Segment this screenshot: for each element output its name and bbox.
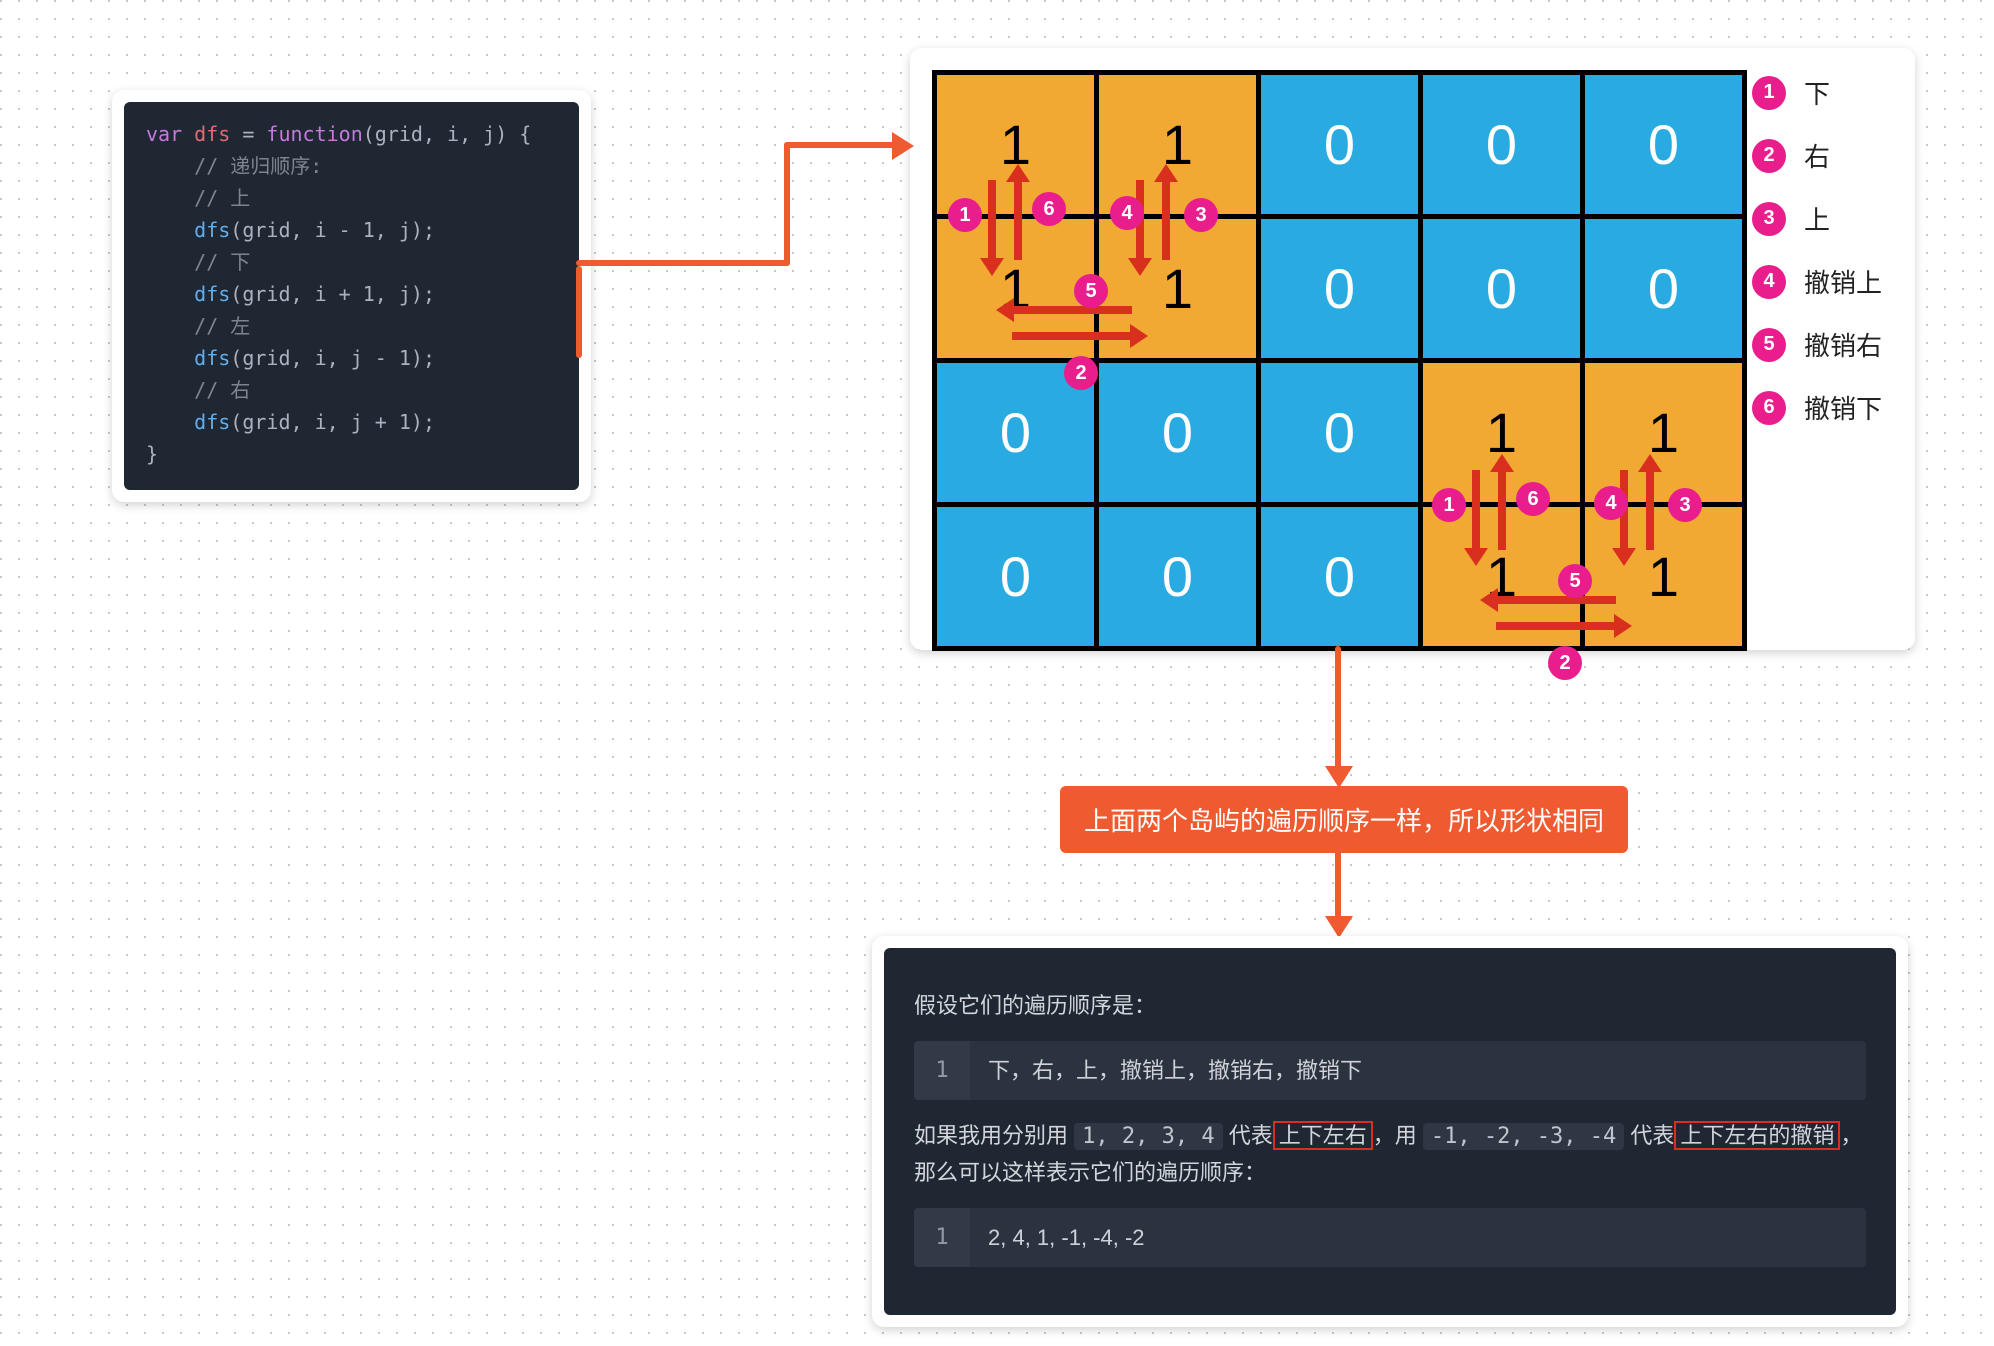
code-token: function: [266, 122, 362, 146]
code-token: dfs: [146, 410, 230, 434]
cell: 1: [1097, 73, 1259, 217]
arrow-up-icon: [1498, 470, 1506, 550]
legend-item: 2右: [1752, 137, 1882, 174]
code-comment: // 下: [146, 250, 250, 274]
grid-diagram-card: 1 1 0 0 0 1 1 0 0 0 0 0 0 1 1 0: [910, 48, 1915, 650]
legend-item: 1下: [1752, 74, 1882, 111]
arrow-right-icon: [1012, 332, 1132, 340]
line-number: 1: [914, 1208, 970, 1267]
step-badge: 4: [1110, 196, 1144, 230]
step-badge: 3: [1184, 198, 1218, 232]
cell: 0: [1097, 361, 1259, 505]
cell: 0: [1583, 73, 1745, 217]
grid-wrap: 1 1 0 0 0 1 1 0 0 0 0 0 0 1 1 0: [932, 70, 1747, 651]
callout-same-shape: 上面两个岛屿的遍历顺序一样，所以形状相同: [1060, 786, 1628, 853]
line-content: 下，右，上，撤销上，撤销右，撤销下: [970, 1041, 1380, 1100]
line-content: 2, 4, 1, -1, -4, -2: [970, 1208, 1163, 1267]
legend-label: 撤销右: [1804, 326, 1882, 363]
inline-code: 1, 2, 3, 4: [1074, 1123, 1222, 1150]
code-token: dfs: [146, 346, 230, 370]
arrow-up-icon: [1162, 180, 1170, 260]
code-line: 1 2, 4, 1, -1, -4, -2: [914, 1208, 1866, 1267]
cell: 0: [1097, 505, 1259, 649]
flow-arrow-icon: [784, 142, 790, 266]
cell: 1: [1583, 361, 1745, 505]
arrow-up-icon: [1014, 180, 1022, 260]
para-intro: 假设它们的遍历顺序是：: [914, 988, 1866, 1023]
code-line: 1 下，右，上，撤销上，撤销右，撤销下: [914, 1041, 1866, 1100]
step-badge: 5: [1558, 564, 1592, 598]
legend-item: 6 撤销下: [1752, 389, 1882, 426]
code-token: (grid, i + 1, j);: [230, 282, 435, 306]
step-badge: 6: [1516, 482, 1550, 516]
code-block: var dfs = function(grid, i, j) { // 递归顺序…: [124, 102, 579, 490]
cell: 0: [1583, 217, 1745, 361]
cell: 0: [935, 505, 1097, 649]
cell: 0: [1259, 73, 1421, 217]
flow-arrow-icon: [784, 142, 896, 148]
code-token: (grid, i, j) {: [363, 122, 532, 146]
arrow-up-icon: [1646, 470, 1654, 550]
legend-item: 4 撤销上: [1752, 263, 1882, 300]
para-mapping: 如果我用分别用 1, 2, 3, 4 代表上下左右，用 -1, -2, -3, …: [914, 1118, 1866, 1189]
flow-arrow-icon: [576, 260, 790, 266]
code-token: }: [146, 442, 158, 466]
highlight-box: 上下左右的撤销: [1674, 1121, 1840, 1150]
step-badge: 3: [1668, 488, 1702, 522]
legend-badge: 2: [1752, 139, 1786, 173]
arrow-left-icon: [1012, 306, 1132, 314]
legend-badge: 6: [1752, 391, 1786, 425]
code-comment: // 左: [146, 314, 250, 338]
legend-label: 撤销上: [1804, 263, 1882, 300]
code-token: dfs: [194, 122, 230, 146]
callout-text: 上面两个岛屿的遍历顺序一样，所以形状相同: [1084, 806, 1604, 836]
step-badge: 4: [1594, 486, 1628, 520]
cell: 0: [1421, 217, 1583, 361]
arrow-right-icon: [1496, 622, 1616, 630]
inline-code: -1, -2, -3, -4: [1423, 1123, 1624, 1150]
code-token: dfs: [146, 282, 230, 306]
code-comment: // 右: [146, 378, 250, 402]
legend: 1下 2右 3上 4 撤销上 5 撤销右 6 撤销下: [1752, 74, 1882, 452]
flow-arrow-icon: [1335, 646, 1341, 770]
step-badge: 6: [1032, 192, 1066, 226]
flow-arrow-icon: [1335, 850, 1341, 920]
step-badge: 1: [1432, 488, 1466, 522]
code-token: var: [146, 122, 182, 146]
code-token: (grid, i - 1, j);: [230, 218, 435, 242]
flow-arrow-icon: [576, 266, 582, 358]
code-comment: // 递归顺序:: [146, 154, 322, 178]
code-card-dfs: var dfs = function(grid, i, j) { // 递归顺序…: [112, 90, 591, 502]
cell: 0: [1259, 505, 1421, 649]
step-badge: 1: [948, 198, 982, 232]
arrow-down-icon: [988, 180, 996, 260]
legend-label: 下: [1804, 74, 1830, 111]
legend-item: 5 撤销右: [1752, 326, 1882, 363]
legend-item: 3上: [1752, 200, 1882, 237]
arrow-down-icon: [1472, 470, 1480, 550]
cell: 0: [1421, 73, 1583, 217]
cell: 0: [1259, 361, 1421, 505]
legend-badge: 3: [1752, 202, 1786, 236]
legend-badge: 5: [1752, 328, 1786, 362]
arrow-left-icon: [1496, 596, 1616, 604]
legend-label: 上: [1804, 200, 1830, 237]
explanation-card: 假设它们的遍历顺序是： 1 下，右，上，撤销上，撤销右，撤销下 如果我用分别用 …: [872, 936, 1908, 1327]
code-token: (grid, i, j + 1);: [230, 410, 435, 434]
legend-badge: 1: [1752, 76, 1786, 110]
highlight-box: 上下左右: [1273, 1121, 1373, 1150]
legend-label: 右: [1804, 137, 1830, 174]
step-badge: 5: [1074, 274, 1108, 308]
explanation-body: 假设它们的遍历顺序是： 1 下，右，上，撤销上，撤销右，撤销下 如果我用分别用 …: [884, 948, 1896, 1315]
code-comment: // 上: [146, 186, 250, 210]
line-number: 1: [914, 1041, 970, 1100]
code-token: (grid, i, j - 1);: [230, 346, 435, 370]
step-badge: 2: [1548, 646, 1582, 680]
legend-badge: 4: [1752, 265, 1786, 299]
step-badge: 2: [1064, 356, 1098, 390]
legend-label: 撤销下: [1804, 389, 1882, 426]
cell: 0: [1259, 217, 1421, 361]
code-token: dfs: [146, 218, 230, 242]
